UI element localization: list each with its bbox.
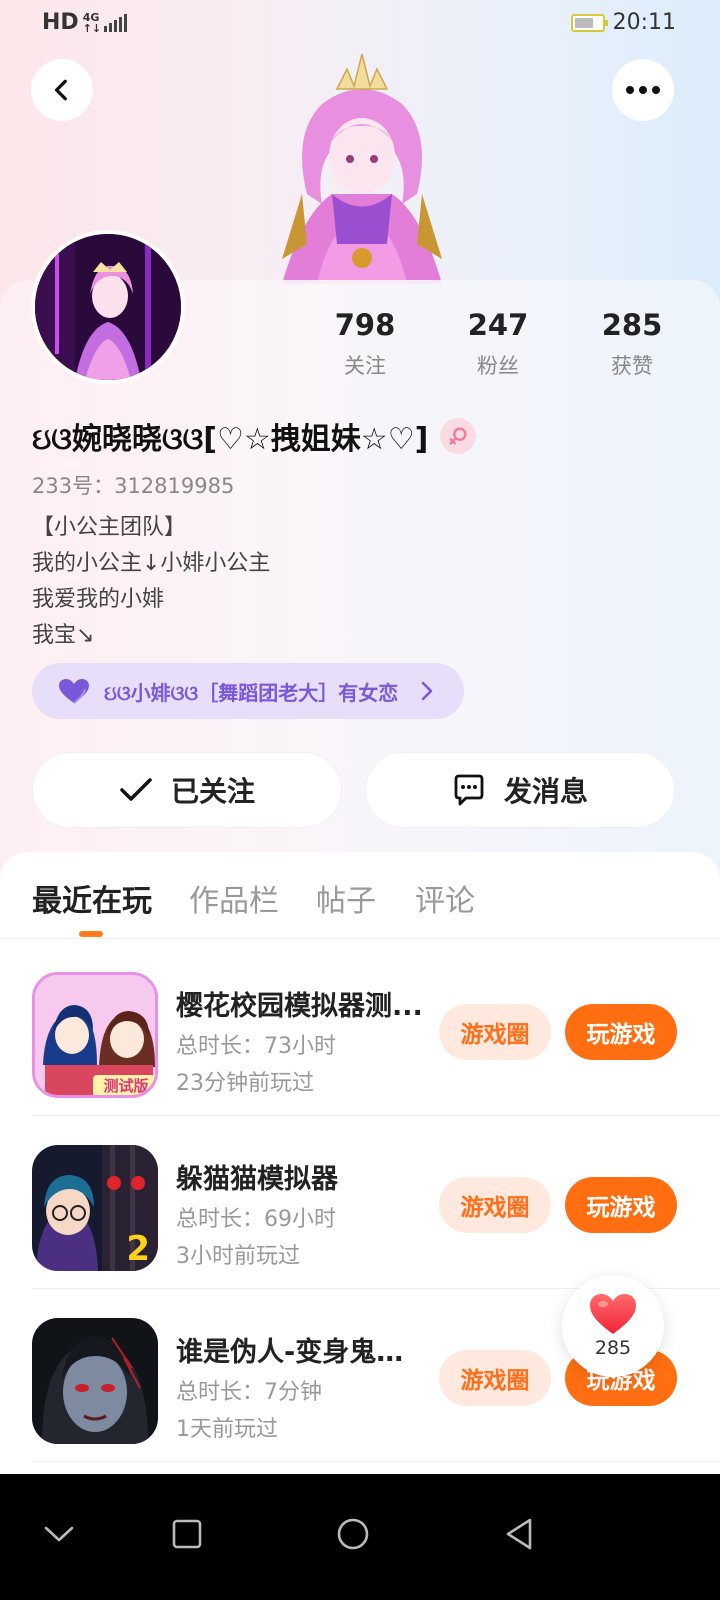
avatar-image	[35, 234, 181, 380]
stat-followers[interactable]: 247 粉丝	[438, 308, 558, 380]
signal-icon	[103, 13, 127, 32]
message-button[interactable]: 发消息	[365, 752, 675, 828]
system-nav-bar	[0, 1474, 720, 1600]
bio: 【小公主团队】 我的小公主↓小婔小公主 我爱我的小婔 我宝↘	[32, 510, 270, 654]
bio-line: 我宝↘	[32, 623, 95, 648]
stat-label: 粉丝	[477, 354, 519, 378]
game-list-item[interactable]: 2 躲猫猫模拟器 总时长：69小时 3小时前玩过 游戏圈 玩游戏	[0, 1117, 720, 1289]
bio-line: 我爱我的小婔	[32, 587, 165, 612]
status-bar: HD 4G ↑↓ 20:11	[0, 0, 720, 48]
stat-value: 285	[601, 308, 663, 342]
heart-icon	[59, 679, 89, 704]
game-list-item[interactable]: 测试版 樱花校园模拟器测... 总时长：73小时 23分钟前玩过 游戏圈 玩游戏	[0, 944, 720, 1116]
checkmark-icon	[120, 778, 152, 801]
back-button[interactable]	[31, 59, 93, 121]
circle-icon	[337, 1518, 369, 1550]
play-game-button[interactable]: 玩游戏	[565, 1004, 677, 1060]
network-type: 4G ↑↓	[82, 10, 102, 35]
game-icon-badge: 2	[126, 1229, 150, 1269]
message-label: 发消息	[503, 775, 588, 808]
tab-posts[interactable]: 帖子	[316, 876, 376, 920]
tab-active-indicator	[79, 931, 103, 937]
game-title: 樱花校园模拟器测...	[176, 991, 423, 1022]
relation-chip[interactable]: ઇଓ小婔ଓଓ［舞蹈团老大］有女恋	[32, 663, 464, 719]
status-right: 20:11	[570, 10, 676, 35]
game-icon: 测试版	[32, 972, 158, 1098]
tab-comments[interactable]: 评论	[415, 876, 475, 920]
banner-character-image	[282, 53, 442, 284]
nickname: ઇଓ婉晓晓ଓଓ[♡☆拽姐妹☆♡]	[32, 414, 477, 458]
triangle-back-icon	[506, 1518, 532, 1550]
stat-label: 获赞	[611, 354, 653, 378]
nickname-text: ઇଓ婉晓晓ଓଓ[♡☆拽姐妹☆♡]	[32, 422, 429, 457]
game-icon	[32, 1318, 158, 1444]
bio-line: 我的小公主↓小婔小公主	[32, 551, 271, 576]
stat-value: 247	[467, 308, 529, 342]
game-title: 谁是伪人-变身鬼新...	[176, 1337, 426, 1368]
avatar[interactable]	[31, 230, 185, 384]
game-last-played: 23分钟前玩过	[176, 1071, 314, 1096]
network-status: HD 4G ↑↓	[42, 10, 127, 35]
tab-works[interactable]: 作品栏	[189, 876, 279, 920]
hd-label: HD	[42, 10, 79, 35]
nav-home-button[interactable]	[323, 1504, 383, 1564]
chevron-left-icon	[54, 79, 67, 101]
stat-likes[interactable]: 285 获赞	[572, 308, 692, 380]
like-count: 285	[594, 1337, 632, 1359]
game-circle-button[interactable]: 游戏圈	[439, 1004, 551, 1060]
stat-following[interactable]: 798 关注	[305, 308, 425, 380]
more-button[interactable]	[612, 59, 674, 121]
game-circle-button[interactable]: 游戏圈	[439, 1177, 551, 1233]
stat-label: 关注	[344, 354, 386, 378]
battery-icon	[570, 13, 608, 32]
square-icon	[172, 1519, 202, 1549]
game-last-played: 3小时前玩过	[176, 1244, 300, 1269]
game-duration: 总时长：73小时	[176, 1034, 336, 1059]
chat-bubble-icon	[454, 774, 484, 806]
bio-line: 【小公主团队】	[32, 515, 187, 540]
stat-value: 798	[334, 308, 396, 342]
game-duration: 总时长：7分钟	[176, 1380, 322, 1405]
heart-icon	[590, 1294, 636, 1334]
like-button[interactable]: 285	[562, 1275, 664, 1377]
user-id: 233号：312819985	[32, 474, 235, 498]
row-divider	[32, 1461, 720, 1462]
followed-label: 已关注	[170, 775, 255, 808]
game-duration: 总时长：69小时	[176, 1207, 336, 1232]
game-title: 躲猫猫模拟器	[176, 1164, 338, 1195]
nav-recents-button[interactable]	[157, 1504, 217, 1564]
tab-recent-play[interactable]: 最近在玩	[32, 876, 152, 920]
chevron-right-icon	[421, 681, 433, 701]
play-game-button[interactable]: 玩游戏	[565, 1177, 677, 1233]
followed-button[interactable]: 已关注	[32, 752, 342, 828]
relation-chip-label: ઇଓ小婔ଓଓ［舞蹈团老大］有女恋	[104, 680, 399, 705]
tabs-divider	[0, 938, 720, 939]
nav-hide-keyboard-button[interactable]	[29, 1504, 89, 1564]
more-dots-icon	[626, 86, 660, 94]
female-icon	[440, 418, 477, 454]
clock: 20:11	[612, 10, 676, 35]
row-divider	[32, 1115, 720, 1116]
game-icon-badge: 测试版	[103, 1077, 149, 1095]
game-circle-button[interactable]: 游戏圈	[439, 1350, 551, 1406]
chevron-down-icon	[44, 1526, 74, 1542]
game-icon: 2	[32, 1145, 158, 1271]
game-last-played: 1天前玩过	[176, 1417, 278, 1442]
nav-back-button[interactable]	[489, 1504, 549, 1564]
